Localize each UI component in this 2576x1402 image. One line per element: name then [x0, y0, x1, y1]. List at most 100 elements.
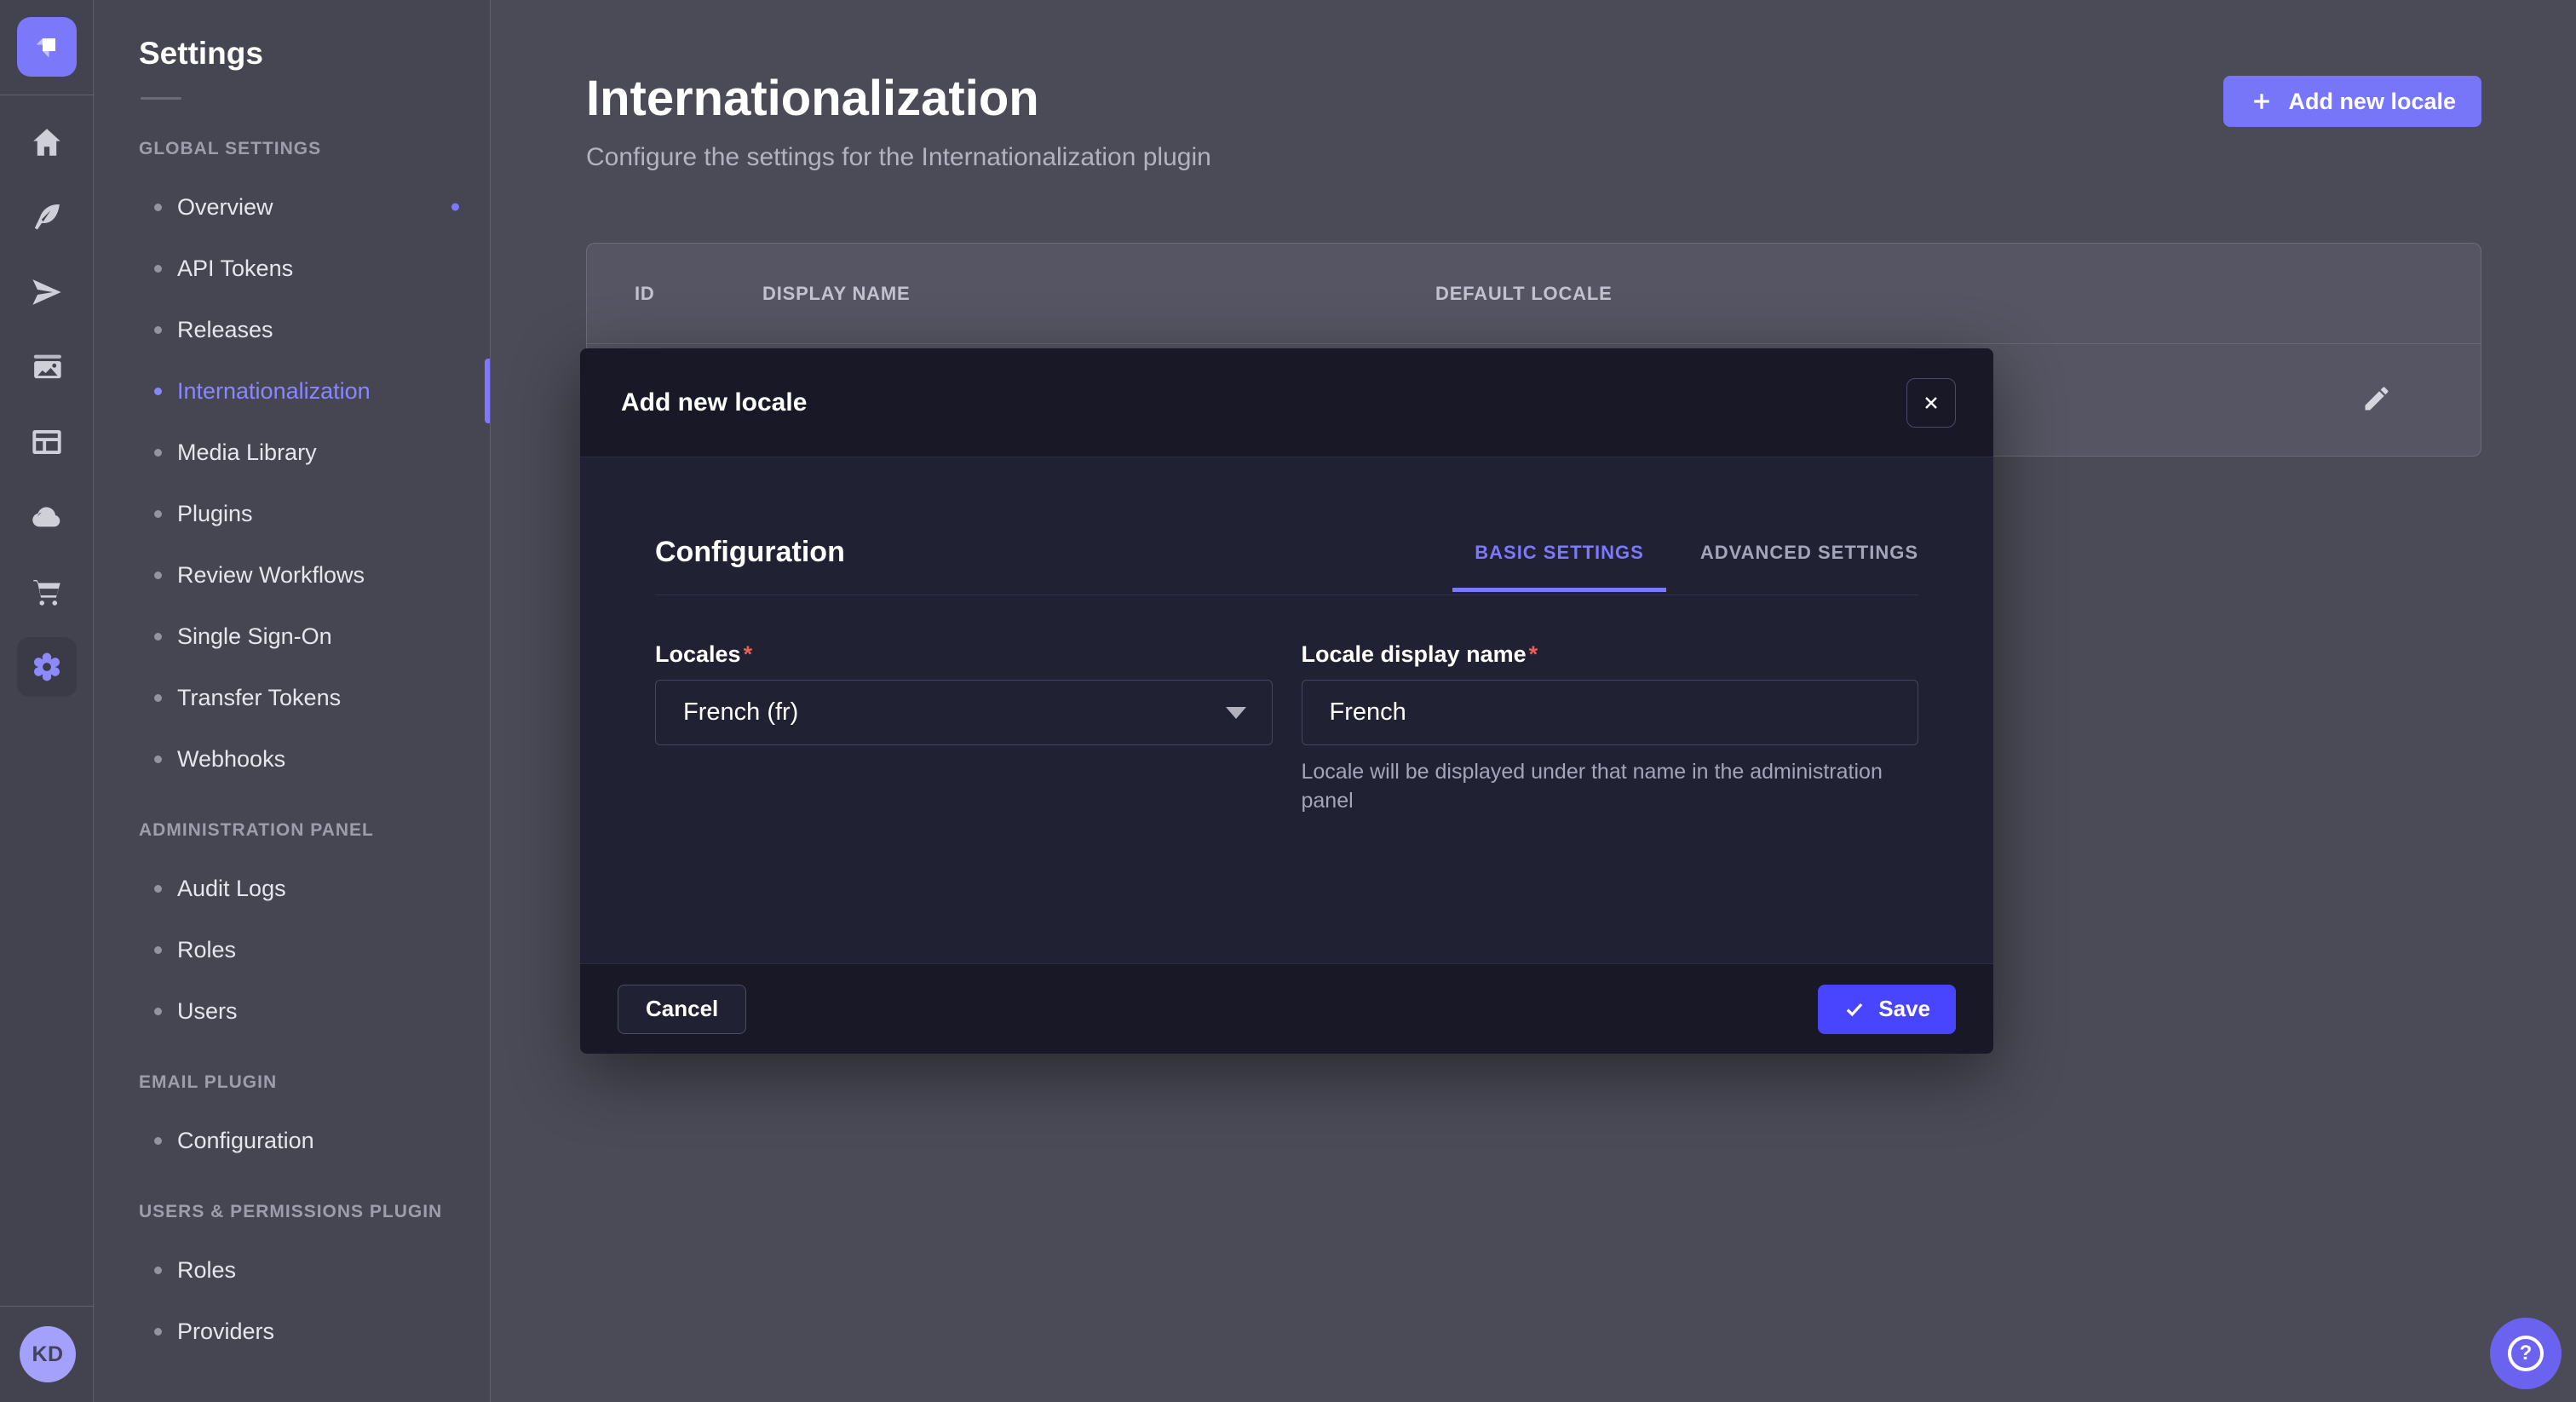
bullet-icon: [154, 449, 162, 457]
locales-label: Locales*: [655, 641, 1273, 668]
paper-plane-icon: [29, 274, 65, 310]
bullet-icon: [154, 1008, 162, 1015]
subnav-item-up-roles[interactable]: Roles: [95, 1239, 490, 1301]
nav-deploy[interactable]: [17, 487, 77, 547]
bullet-icon: [154, 1137, 162, 1145]
nav-content-type-builder[interactable]: [17, 412, 77, 472]
subnav-item-email-configuration[interactable]: Configuration: [95, 1110, 490, 1171]
locales-field: Locales* French (fr): [655, 641, 1273, 815]
subnav-item-admin-roles[interactable]: Roles: [95, 919, 490, 980]
bullet-icon: [154, 572, 162, 579]
chevron-down-icon: [1226, 707, 1246, 719]
nav-marketplace[interactable]: [17, 562, 77, 622]
layout-icon: [29, 424, 65, 460]
subnav-item-single-sign-on[interactable]: Single Sign-On: [95, 606, 490, 667]
column-header-default-locale: DEFAULT LOCALE: [1435, 283, 1613, 305]
bullet-icon: [154, 510, 162, 518]
display-name-field: Locale display name* Locale will be disp…: [1302, 641, 1919, 815]
display-name-label: Locale display name*: [1302, 641, 1919, 668]
modal-body: Configuration BASIC SETTINGS ADVANCED SE…: [580, 536, 1993, 815]
nav-releases[interactable]: [17, 262, 77, 322]
modal-close-button[interactable]: [1906, 378, 1956, 428]
check-icon: [1843, 998, 1866, 1020]
modal-footer: Cancel Save: [580, 963, 1993, 1054]
user-avatar[interactable]: KD: [20, 1326, 76, 1382]
locales-selected-value: French (fr): [683, 698, 798, 727]
bullet-icon: [154, 1267, 162, 1274]
tab-basic-settings[interactable]: BASIC SETTINGS: [1475, 542, 1644, 564]
cancel-button[interactable]: Cancel: [618, 985, 746, 1034]
active-indicator: [485, 359, 490, 423]
page-subtitle: Configure the settings for the Internati…: [586, 143, 1211, 172]
section-label-email-plugin: EMAIL PLUGIN: [139, 1072, 490, 1093]
cloud-icon: [29, 499, 65, 535]
subnav-item-webhooks[interactable]: Webhooks: [95, 728, 490, 790]
configuration-title: Configuration: [655, 536, 845, 569]
save-button[interactable]: Save: [1818, 985, 1956, 1034]
edit-locale-button[interactable]: [2361, 383, 2392, 417]
feather-icon: [29, 199, 65, 235]
subnav-item-review-workflows[interactable]: Review Workflows: [95, 544, 490, 606]
nav-media-library[interactable]: [17, 337, 77, 397]
rail-bottom-divider: [0, 1306, 94, 1307]
subnav-item-overview[interactable]: Overview: [95, 176, 490, 238]
nav-home[interactable]: [17, 112, 77, 172]
close-icon: [1921, 393, 1941, 413]
pencil-icon: [2361, 383, 2392, 414]
media-icon: [29, 349, 65, 385]
notification-dot: [451, 204, 459, 211]
configuration-section-header: Configuration BASIC SETTINGS ADVANCED SE…: [655, 536, 1918, 595]
tab-advanced-settings[interactable]: ADVANCED SETTINGS: [1700, 542, 1918, 564]
bullet-icon: [154, 326, 162, 334]
home-icon: [29, 124, 65, 160]
subnav-item-releases[interactable]: Releases: [95, 299, 490, 360]
plus-icon: [2249, 89, 2274, 114]
add-new-locale-button[interactable]: Add new locale: [2223, 76, 2481, 127]
display-name-hint: Locale will be displayed under that name…: [1302, 757, 1898, 815]
subnav-title-divider: [141, 97, 181, 100]
locale-form-fields: Locales* French (fr) Locale display name…: [655, 641, 1918, 815]
section-label-users-permissions: USERS & PERMISSIONS PLUGIN: [139, 1202, 490, 1222]
nav-settings[interactable]: [17, 637, 77, 697]
bullet-icon: [154, 388, 162, 395]
modal-header: Add new locale: [580, 348, 1993, 457]
column-header-display-name: DISPLAY NAME: [762, 283, 1435, 305]
bullet-icon: [154, 265, 162, 273]
display-name-input[interactable]: [1302, 680, 1919, 745]
add-locale-modal: Add new locale Configuration BASIC SETTI…: [580, 348, 1993, 1054]
question-mark-icon: ?: [2508, 1336, 2544, 1371]
settings-tabs: BASIC SETTINGS ADVANCED SETTINGS: [1475, 542, 1918, 564]
subnav-item-admin-users[interactable]: Users: [95, 980, 490, 1042]
nav-content-manager[interactable]: [17, 187, 77, 247]
strapi-logo[interactable]: [17, 17, 77, 77]
gear-icon: [29, 649, 65, 685]
cart-icon: [29, 574, 65, 610]
strapi-logo-icon: [30, 30, 64, 64]
main-nav-rail: KD: [0, 0, 94, 1402]
subnav-title: Settings: [139, 34, 490, 73]
subnav-item-internationalization[interactable]: Internationalization: [95, 360, 490, 422]
bullet-icon: [154, 1328, 162, 1336]
modal-title: Add new locale: [621, 388, 807, 417]
subnav-item-transfer-tokens[interactable]: Transfer Tokens: [95, 667, 490, 728]
section-label-global: GLOBAL SETTINGS: [139, 139, 490, 159]
help-button[interactable]: ?: [2490, 1318, 2562, 1389]
table-header-row: ID DISPLAY NAME DEFAULT LOCALE: [587, 244, 2481, 344]
bullet-icon: [154, 885, 162, 893]
bullet-icon: [154, 694, 162, 702]
subnav-item-up-providers[interactable]: Providers: [95, 1301, 490, 1362]
column-header-id: ID: [635, 283, 762, 305]
subnav-item-plugins[interactable]: Plugins: [95, 483, 490, 544]
bullet-icon: [154, 633, 162, 641]
app-root: KD Settings GLOBAL SETTINGS Overview API…: [0, 0, 2576, 1402]
locales-select[interactable]: French (fr): [655, 680, 1273, 745]
bullet-icon: [154, 204, 162, 211]
subnav-item-media-library[interactable]: Media Library: [95, 422, 490, 483]
section-label-admin-panel: ADMINISTRATION PANEL: [139, 820, 490, 841]
bullet-icon: [154, 756, 162, 763]
required-asterisk: *: [1529, 641, 1538, 667]
subnav-item-audit-logs[interactable]: Audit Logs: [95, 858, 490, 919]
required-asterisk: *: [744, 641, 753, 667]
subnav-item-api-tokens[interactable]: API Tokens: [95, 238, 490, 299]
bullet-icon: [154, 946, 162, 954]
